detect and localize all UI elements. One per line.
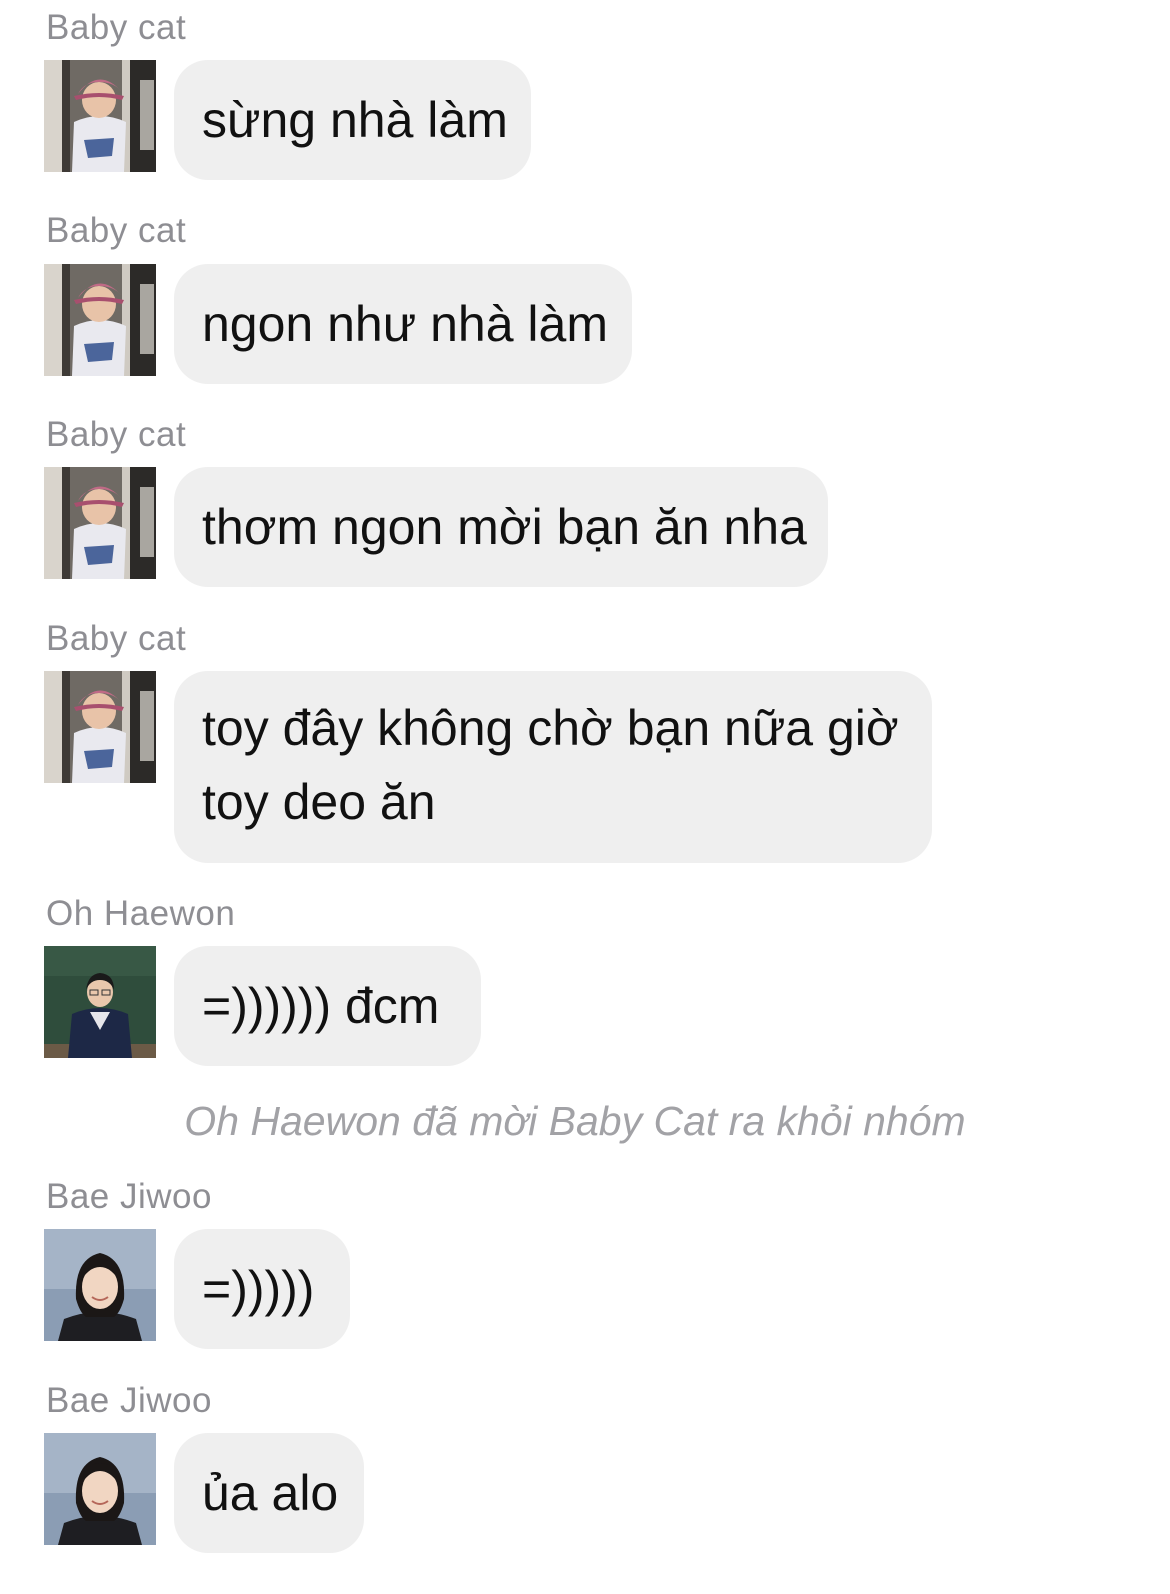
message-bubble[interactable]: ủa alo — [174, 1433, 364, 1553]
sender-name: Bae Jiwoo — [46, 1177, 212, 1216]
sender-name: Oh Haewon — [46, 894, 236, 933]
message-bubble[interactable]: toy đây không chờ bạn nữa giờ toy deo ăn — [174, 671, 932, 863]
message-text: =))))) — [202, 1261, 315, 1317]
avatar-baby-cat[interactable] — [44, 467, 156, 579]
message-text-line: toy đây không chờ bạn nữa giờ — [202, 700, 899, 756]
avatar-baby-cat[interactable] — [44, 671, 156, 783]
message-bubble[interactable]: =))))) — [174, 1229, 350, 1349]
message-bubble[interactable]: thơm ngon mời bạn ăn nha — [174, 467, 828, 587]
sender-name: Baby cat — [46, 8, 187, 47]
avatar-bae-jiwoo[interactable] — [44, 1433, 156, 1545]
avatar-baby-cat[interactable] — [44, 264, 156, 376]
message-text: sừng nhà làm — [202, 92, 508, 148]
message-text: ủa alo — [202, 1465, 339, 1521]
message-bubble[interactable]: =)))))) đcm — [174, 946, 481, 1066]
message-text-line: toy deo ăn — [202, 774, 436, 830]
sender-name: Baby cat — [46, 619, 187, 658]
avatar-bae-jiwoo[interactable] — [44, 1229, 156, 1341]
avatar-oh-haewon[interactable] — [44, 946, 156, 1058]
sender-name: Bae Jiwoo — [46, 1381, 212, 1420]
avatar-baby-cat[interactable] — [44, 60, 156, 172]
system-message: Oh Haewon đã mời Baby Cat ra khỏi nhóm — [184, 1098, 966, 1144]
message-bubble[interactable]: ngon như nhà làm — [174, 264, 632, 384]
sender-name: Baby cat — [46, 415, 187, 454]
message-bubble[interactable]: sừng nhà làm — [174, 60, 531, 180]
message-text: ngon như nhà làm — [202, 296, 608, 352]
message-text: thơm ngon mời bạn ăn nha — [202, 499, 807, 555]
message-text: =)))))) đcm — [202, 978, 440, 1034]
sender-name: Baby cat — [46, 211, 187, 250]
